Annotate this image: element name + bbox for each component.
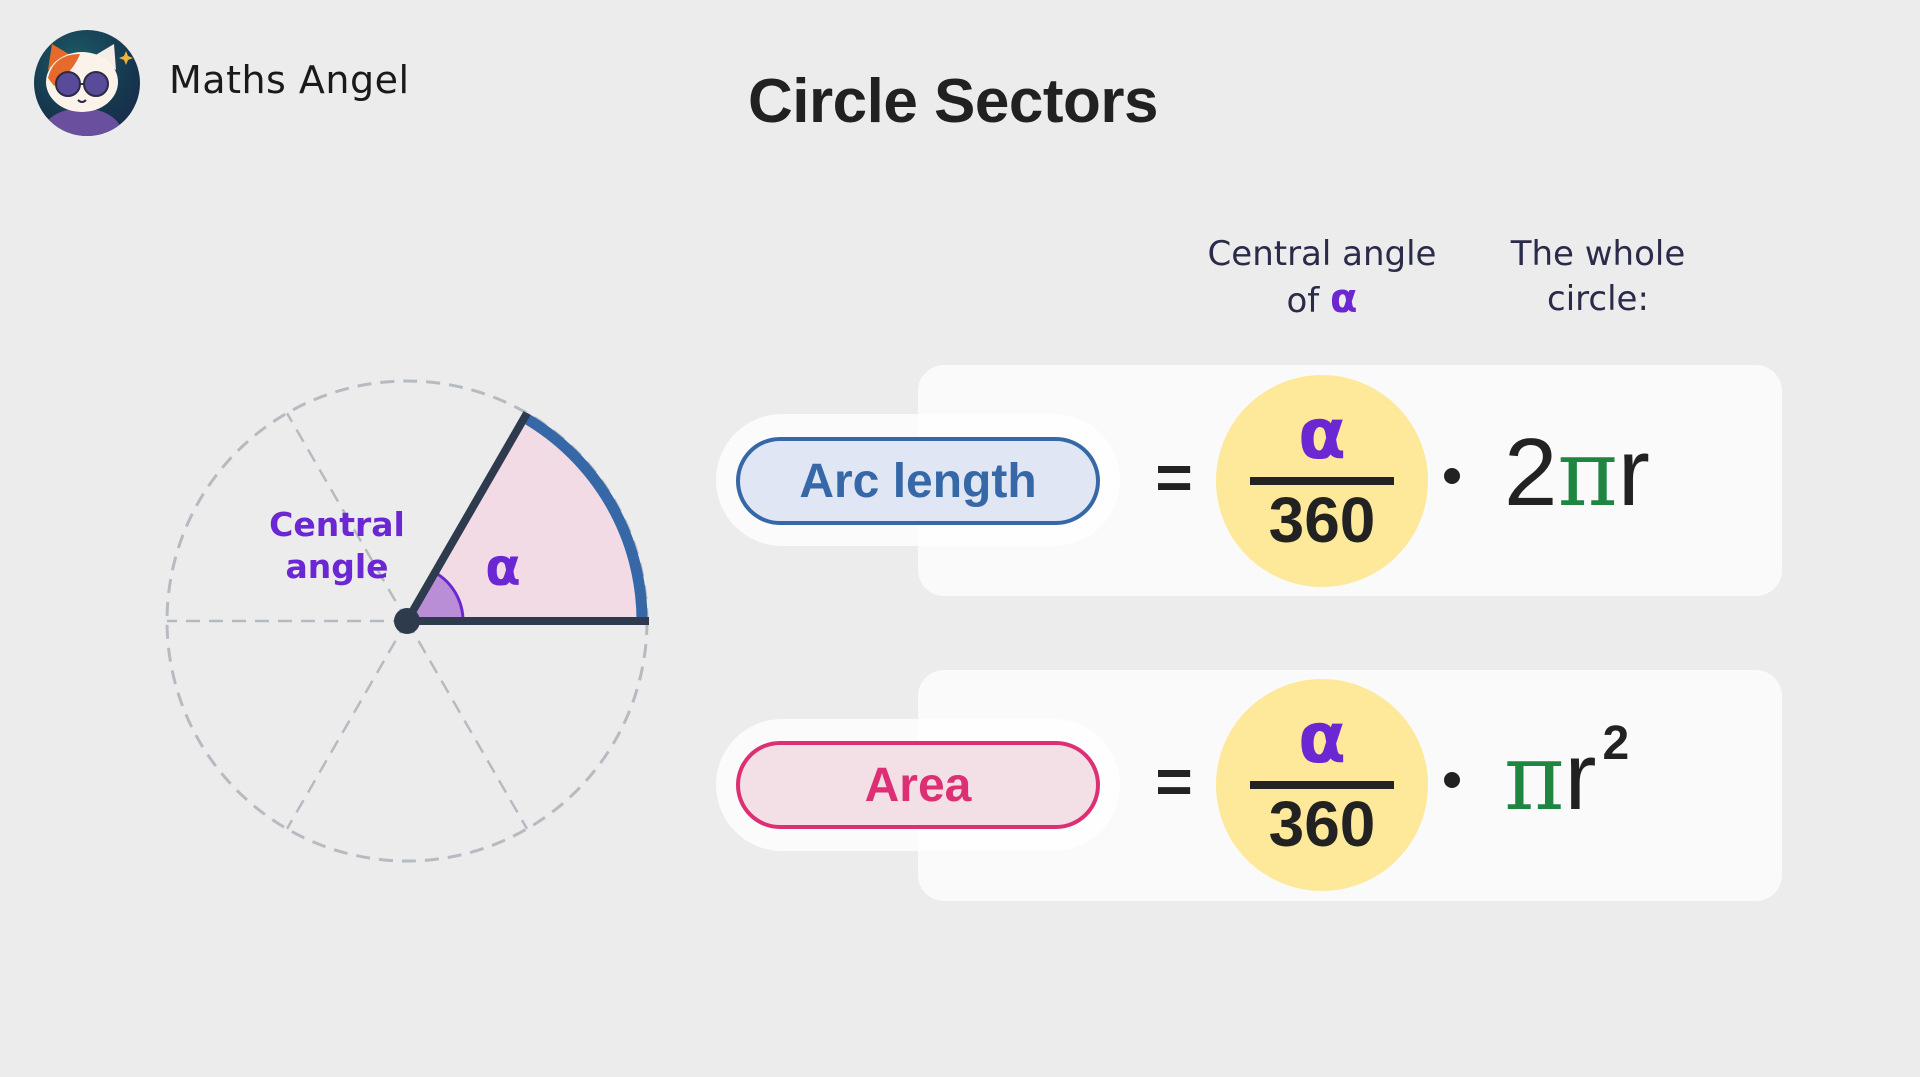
header-central-angle: Central angle of α — [1172, 232, 1472, 324]
central-angle-label-line1: Central — [269, 505, 405, 544]
area-label: Area — [736, 741, 1100, 829]
alpha-symbol: α — [1330, 276, 1358, 322]
arc-length-denominator: 360 — [1268, 484, 1376, 556]
division-line — [405, 620, 529, 830]
multiply-dot — [1444, 772, 1460, 788]
circle-sector-diagram: Central angle α — [165, 379, 649, 863]
arc-length-equals: = — [1155, 441, 1193, 513]
arc-length-expression: 2πr — [1504, 418, 1650, 528]
area-fraction: α 360 — [1216, 679, 1428, 891]
header-whole-circle: The whole circle: — [1458, 232, 1738, 322]
header-whole-circle-line1: The whole — [1510, 234, 1686, 274]
header-of-text: of — [1286, 281, 1320, 321]
arc-length-numerator: α — [1297, 393, 1347, 475]
area-equals: = — [1155, 745, 1193, 817]
arc-length-coefficient: 2 — [1504, 419, 1558, 526]
area-denominator: 360 — [1268, 788, 1376, 860]
multiply-dot — [1444, 468, 1460, 484]
division-line — [285, 620, 409, 830]
radius-symbol: r — [1564, 723, 1597, 830]
radius-symbol: r — [1617, 419, 1650, 526]
page-title: Circle Sectors — [748, 67, 1159, 136]
sector-alpha-label: α — [485, 538, 521, 598]
center-point — [394, 608, 420, 634]
pi-symbol: π — [1504, 724, 1565, 831]
arc-length-label: Arc length — [736, 437, 1100, 525]
pi-symbol: π — [1557, 420, 1618, 527]
header-central-angle-line1: Central angle — [1207, 234, 1437, 274]
exponent: 2 — [1602, 717, 1630, 770]
header-whole-circle-line2: circle: — [1547, 279, 1649, 319]
area-numerator: α — [1297, 697, 1347, 779]
arc-length-fraction: α 360 — [1216, 375, 1428, 587]
header-central-angle-line2: of α — [1172, 277, 1472, 324]
central-angle-label-line2: angle — [285, 547, 388, 586]
area-expression: πr 2 — [1504, 717, 1629, 832]
